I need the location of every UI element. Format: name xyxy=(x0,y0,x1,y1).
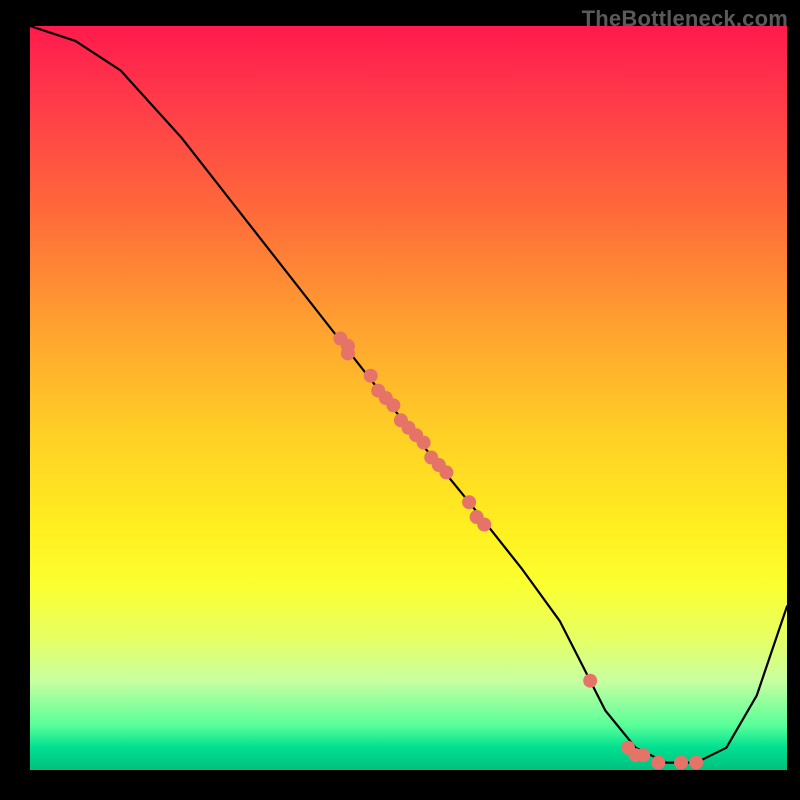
scatter-markers xyxy=(333,332,703,770)
scatter-point xyxy=(674,756,688,770)
scatter-point xyxy=(439,465,453,479)
scatter-point xyxy=(462,495,476,509)
scatter-point xyxy=(417,436,431,450)
watermark-text: TheBottleneck.com xyxy=(582,6,788,32)
chart-svg xyxy=(30,26,787,770)
scatter-point xyxy=(689,756,703,770)
scatter-point xyxy=(477,518,491,532)
scatter-point xyxy=(364,369,378,383)
scatter-point xyxy=(341,346,355,360)
bottleneck-curve xyxy=(30,26,787,763)
scatter-point xyxy=(583,674,597,688)
scatter-point xyxy=(636,748,650,762)
scatter-point xyxy=(386,398,400,412)
chart-frame: TheBottleneck.com xyxy=(0,0,800,800)
scatter-point xyxy=(651,756,665,770)
